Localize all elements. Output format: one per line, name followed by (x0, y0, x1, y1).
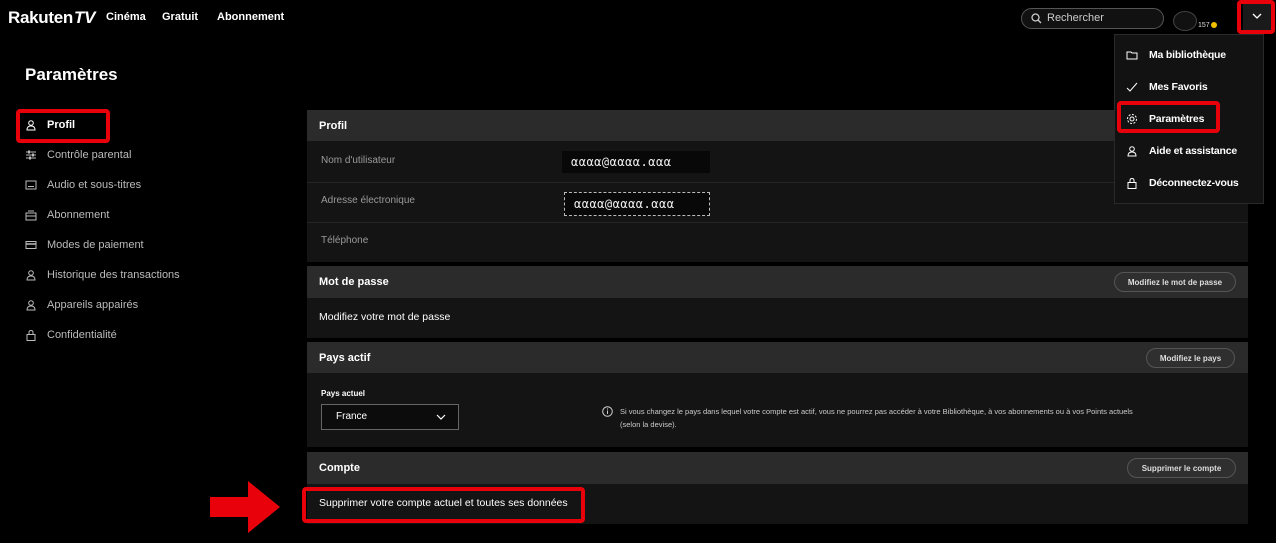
nav-gratuit[interactable]: Gratuit (162, 11, 198, 23)
menu-item-deconnexion[interactable]: Déconnectez-vous (1115, 172, 1265, 194)
sidebar-item-label: Audio et sous-titres (47, 179, 142, 191)
account-panel-header: Compte Supprimer le compte (307, 452, 1248, 484)
avatar[interactable] (1173, 11, 1197, 31)
sidebar-item-label: Historique des transactions (47, 269, 180, 281)
password-panel-header: Mot de passe Modifiez le mot de passe (307, 266, 1248, 298)
subtitles-icon (25, 180, 37, 190)
country-select[interactable]: France (321, 404, 459, 430)
user-icon (26, 120, 36, 131)
delete-account-description: Supprimer votre compte actuel et toutes … (319, 497, 568, 509)
nav-cinema[interactable]: Cinéma (106, 11, 146, 23)
account-title: Compte (319, 462, 360, 474)
subscription-icon (25, 210, 37, 221)
menu-item-favoris[interactable]: Mes Favoris (1115, 76, 1265, 98)
country-info-note: Si vous changez le pays dans lequel votr… (602, 405, 1140, 431)
account-dropdown-menu: Ma bibliothèque Mes Favoris Paramètres A… (1114, 34, 1264, 204)
sidebar-item-label: Abonnement (47, 209, 110, 221)
credit-card-icon (25, 241, 37, 249)
menu-item-label: Paramètres (1149, 113, 1205, 125)
menu-item-label: Aide et assistance (1149, 145, 1238, 157)
chevron-down-icon (1252, 13, 1262, 19)
change-country-button[interactable]: Modifiez le pays (1146, 348, 1235, 368)
country-panel: Pays actif Modifiez le pays Pays actuel … (307, 342, 1248, 447)
country-info-text: Si vous changez le pays dans lequel votr… (620, 407, 1133, 429)
menu-item-aide[interactable]: Aide et assistance (1115, 140, 1265, 162)
email-value[interactable]: αααα@αααα.ααα (564, 192, 710, 216)
check-icon (1126, 82, 1138, 92)
page-title: Paramètres (25, 65, 118, 84)
sidebar-item-label: Modes de paiement (47, 239, 144, 251)
account-menu-toggle[interactable] (1243, 2, 1271, 31)
account-panel: Compte Supprimer le compte Supprimer vot… (307, 452, 1248, 524)
search-icon (1031, 13, 1042, 24)
password-description: Modifiez votre mot de passe (319, 311, 451, 323)
password-panel: Mot de passe Modifiez le mot de passe Mo… (307, 266, 1248, 338)
profile-panel-header: Profil (307, 110, 1248, 141)
sidebar-item-label: Contrôle parental (47, 149, 132, 161)
menu-item-bibliotheque[interactable]: Ma bibliothèque (1115, 44, 1265, 66)
current-country-label: Pays actuel (321, 389, 366, 398)
sidebar-item-label: Confidentialité (47, 329, 117, 341)
points-balance: 157 (1198, 22, 1217, 29)
row-divider (307, 222, 1248, 223)
lock-icon (26, 329, 36, 341)
red-arrow-icon (210, 481, 280, 533)
user-icon (26, 300, 36, 311)
nav-abonnement[interactable]: Abonnement (217, 11, 284, 23)
coin-icon (1210, 22, 1217, 29)
lock-icon (1127, 177, 1137, 189)
sidebar-item-label: Profil (47, 119, 76, 131)
folder-icon (1126, 51, 1138, 60)
user-icon (26, 270, 36, 281)
sliders-icon (26, 150, 36, 160)
search-placeholder: Rechercher (1047, 12, 1104, 24)
info-icon (602, 406, 613, 417)
menu-item-parametres[interactable]: Paramètres (1115, 108, 1265, 130)
row-divider (307, 182, 1248, 183)
delete-account-button[interactable]: Supprimer le compte (1127, 458, 1236, 478)
search-input[interactable]: Rechercher (1021, 8, 1164, 29)
password-title: Mot de passe (319, 276, 389, 288)
username-value: αααα@αααα.ααα (562, 151, 710, 173)
country-title: Pays actif (319, 352, 371, 364)
country-panel-header: Pays actif Modifiez le pays (307, 342, 1248, 373)
user-icon (1127, 146, 1137, 157)
change-password-button[interactable]: Modifiez le mot de passe (1114, 272, 1236, 292)
gear-icon (1127, 114, 1137, 124)
username-label: Nom d'utilisateur (321, 155, 396, 166)
top-bar: RakutenTV Cinéma Gratuit Abonnement Rech… (0, 0, 1276, 36)
sidebar-item-label: Appareils appairés (47, 299, 139, 311)
menu-item-label: Ma bibliothèque (1149, 49, 1226, 61)
email-label: Adresse électronique (321, 195, 415, 206)
menu-item-label: Mes Favoris (1149, 81, 1208, 93)
logo-text: Rakuten (8, 8, 73, 27)
profile-panel: Profil Nom d'utilisateur αααα@αααα.ααα A… (307, 110, 1248, 262)
country-select-value: France (336, 411, 368, 422)
logo-tv: TV (73, 8, 96, 27)
points-value: 157 (1198, 22, 1210, 29)
phone-label: Téléphone (321, 235, 369, 246)
menu-item-label: Déconnectez-vous (1149, 177, 1239, 189)
rakuten-tv-logo[interactable]: RakutenTV (8, 8, 95, 28)
profile-title: Profil (319, 120, 348, 132)
chevron-down-icon (436, 414, 446, 420)
